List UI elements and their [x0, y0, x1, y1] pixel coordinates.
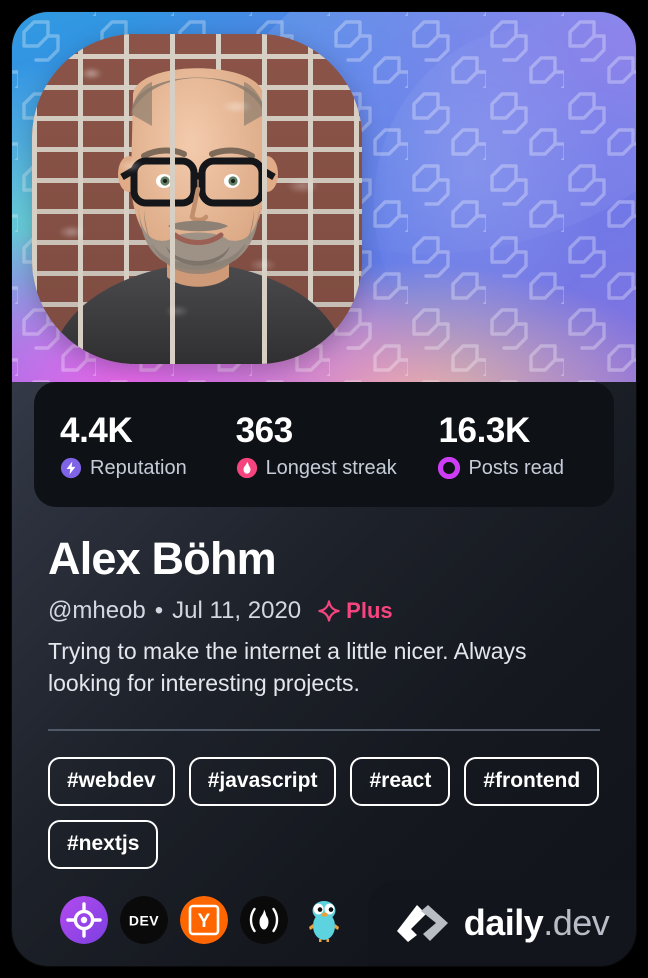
tag-item[interactable]: #frontend [464, 757, 600, 806]
daily-dev-chevron-logo [396, 905, 448, 942]
stat-value: 16.3K [438, 410, 530, 450]
source-icon-devto[interactable]: DEV [120, 896, 168, 944]
stat-label: Longest streak [265, 456, 397, 479]
tag-list: #webdev #javascript #react #frontend #ne… [48, 757, 604, 869]
stat-value: 4.4K [60, 410, 133, 450]
profile-bio: Trying to make the internet a little nic… [48, 638, 527, 696]
plus-label: Plus [346, 598, 393, 623]
svg-text:Y: Y [198, 911, 211, 932]
sparkle-icon [318, 600, 340, 622]
source-icon-list: DEV Y [60, 896, 348, 944]
tag-item[interactable]: #react [350, 757, 451, 806]
stat-label: Posts read [468, 456, 565, 479]
stat-posts-read: 16.3K Posts read [438, 411, 614, 479]
ring-icon [438, 456, 461, 479]
wordmark-primary: daily [463, 902, 544, 943]
avatar-photo [32, 34, 362, 364]
branding-panel: daily.dev [368, 880, 636, 966]
joined-date: Jul 11, 2020 [172, 597, 302, 624]
stat-longest-streak: 363 Longest streak [236, 411, 439, 479]
divider [48, 729, 600, 731]
devcard: 4.4K Reputation 363 Longest streak 16.3K [12, 12, 636, 966]
profile-avatar [32, 34, 362, 364]
stat-value: 363 [235, 410, 294, 450]
wordmark: daily.dev [464, 904, 610, 942]
flame-icon [236, 457, 257, 478]
stat-reputation: 4.4K Reputation [60, 411, 236, 479]
profile-meta: @mheob • Jul 11, 2020 Plus [48, 597, 393, 625]
wordmark-secondary: .dev [543, 902, 610, 943]
source-icon-hashnode[interactable] [240, 896, 288, 944]
source-icon-ycombinator[interactable]: Y [180, 896, 228, 944]
username: @mheob [48, 597, 146, 624]
tag-item[interactable]: #webdev [48, 757, 175, 806]
status-badge: Plus [317, 597, 393, 625]
tag-item[interactable]: #javascript [188, 757, 337, 806]
svg-text:DEV: DEV [129, 913, 159, 929]
page-title: Alex Böhm [48, 533, 277, 584]
stat-label: Reputation [90, 456, 187, 479]
bolt-icon [60, 457, 82, 478]
stats-bar: 4.4K Reputation 363 Longest streak 16.3K [34, 382, 614, 507]
source-icon-golang[interactable] [300, 896, 348, 944]
meta-separator: • [154, 597, 164, 624]
tag-item[interactable]: #nextjs [48, 820, 159, 869]
source-icon-target[interactable] [60, 896, 108, 944]
